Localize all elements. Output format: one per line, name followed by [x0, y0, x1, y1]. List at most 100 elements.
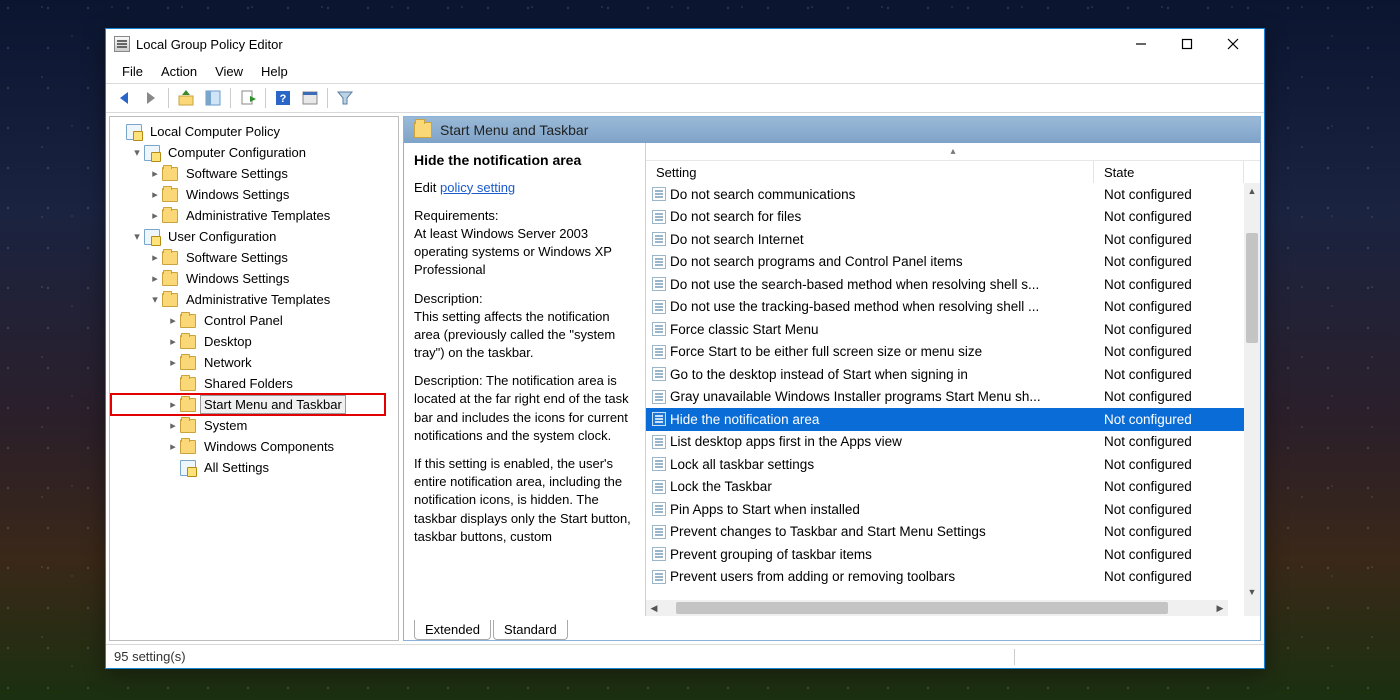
folder-icon — [180, 335, 196, 349]
setting-row[interactable]: Prevent users from adding or removing to… — [646, 566, 1244, 589]
tree-computer-config[interactable]: Computer Configuration — [112, 142, 396, 163]
up-button[interactable] — [174, 86, 198, 110]
properties-button[interactable] — [298, 86, 322, 110]
setting-icon — [652, 367, 666, 381]
setting-row[interactable]: Force Start to be either full screen siz… — [646, 341, 1244, 364]
tree-cc-admin[interactable]: Administrative Templates — [112, 205, 396, 226]
forward-button[interactable] — [139, 86, 163, 110]
col-setting[interactable]: Setting — [646, 161, 1094, 183]
setting-row[interactable]: Do not search for files Not configured — [646, 206, 1244, 229]
scroll-right-icon[interactable]: ▶ — [1212, 600, 1228, 616]
tree-uc-desktop[interactable]: Desktop — [112, 331, 396, 352]
setting-row[interactable]: Do not use the tracking-based method whe… — [646, 296, 1244, 319]
setting-row[interactable]: List desktop apps first in the Apps view… — [646, 431, 1244, 454]
setting-name: Force Start to be either full screen siz… — [670, 344, 982, 359]
menu-help[interactable]: Help — [255, 62, 294, 81]
tree-root[interactable]: Local Computer Policy — [112, 121, 396, 142]
tree-uc-control-panel[interactable]: Control Panel — [112, 310, 396, 331]
setting-icon — [652, 480, 666, 494]
tree-uc-windows-components[interactable]: Windows Components — [112, 436, 396, 457]
folder-icon — [180, 377, 196, 391]
col-state[interactable]: State — [1094, 161, 1244, 183]
tree-cc-windows[interactable]: Windows Settings — [112, 184, 396, 205]
setting-name: Do not search for files — [670, 209, 801, 224]
tree-uc-admin[interactable]: Administrative Templates — [112, 289, 396, 310]
setting-state: Not configured — [1094, 412, 1244, 427]
setting-name: Go to the desktop instead of Start when … — [670, 367, 968, 382]
setting-row[interactable]: Pin Apps to Start when installedNot conf… — [646, 498, 1244, 521]
menu-file[interactable]: File — [116, 62, 149, 81]
all-settings-icon — [180, 460, 196, 476]
setting-name: Gray unavailable Windows Installer progr… — [670, 389, 1041, 404]
maximize-button[interactable] — [1164, 29, 1210, 59]
setting-row[interactable]: Do not use the search-based method when … — [646, 273, 1244, 296]
tree-cc-software[interactable]: Software Settings — [112, 163, 396, 184]
scroll-down-icon[interactable]: ▼ — [1244, 584, 1260, 600]
user-icon — [144, 229, 160, 245]
setting-icon — [652, 187, 666, 201]
hscroll-thumb[interactable] — [676, 602, 1168, 614]
setting-name: Prevent changes to Taskbar and Start Men… — [670, 524, 986, 539]
setting-icon — [652, 570, 666, 584]
setting-name: Force classic Start Menu — [670, 322, 819, 337]
app-icon — [114, 36, 130, 52]
scroll-up-icon[interactable]: ▲ — [1244, 183, 1260, 199]
folder-icon — [162, 167, 178, 181]
export-button[interactable] — [236, 86, 260, 110]
folder-icon — [162, 251, 178, 265]
list-sort-indicator[interactable]: ▴ — [646, 143, 1260, 161]
horizontal-scrollbar[interactable]: ◀ ▶ — [646, 600, 1228, 616]
setting-state: Not configured — [1094, 322, 1244, 337]
setting-row[interactable]: Do not search communicationsNot configur… — [646, 183, 1244, 206]
req-heading: Requirements: — [414, 208, 499, 223]
menu-view[interactable]: View — [209, 62, 249, 81]
folder-icon — [180, 314, 196, 328]
setting-row[interactable]: Force classic Start Menu Not configured — [646, 318, 1244, 341]
desc1-body: This setting affects the notification ar… — [414, 309, 615, 360]
tree-uc-windows[interactable]: Windows Settings — [112, 268, 396, 289]
setting-name: Prevent grouping of taskbar items — [670, 547, 872, 562]
policy-setting-link[interactable]: policy setting — [440, 180, 515, 195]
setting-icon — [652, 547, 666, 561]
show-hide-tree-button[interactable] — [201, 86, 225, 110]
tree-uc-start-menu-taskbar[interactable]: Start Menu and Taskbar — [112, 394, 396, 415]
setting-icon — [652, 525, 666, 539]
tree-uc-all-settings[interactable]: All Settings — [112, 457, 396, 478]
close-button[interactable] — [1210, 29, 1256, 59]
back-button[interactable] — [112, 86, 136, 110]
tree-pane[interactable]: Local Computer Policy Computer Configura… — [109, 116, 399, 641]
setting-state: Not configured — [1094, 209, 1244, 224]
filter-button[interactable] — [333, 86, 357, 110]
setting-row[interactable]: Do not search InternetNot configured — [646, 228, 1244, 251]
app-window: Local Group Policy Editor File Action Vi… — [105, 28, 1265, 669]
folder-icon — [162, 272, 178, 286]
setting-icon — [652, 457, 666, 471]
setting-row[interactable]: Prevent grouping of taskbar itemsNot con… — [646, 543, 1244, 566]
setting-row[interactable]: Do not search programs and Control Panel… — [646, 251, 1244, 274]
help-button[interactable]: ? — [271, 86, 295, 110]
tree-uc-shared-folders[interactable]: Shared Folders — [112, 373, 396, 394]
scroll-thumb[interactable] — [1246, 233, 1258, 343]
menu-action[interactable]: Action — [155, 62, 203, 81]
tab-standard[interactable]: Standard — [493, 620, 568, 640]
tree-user-config[interactable]: User Configuration — [112, 226, 396, 247]
tab-extended[interactable]: Extended — [414, 620, 491, 640]
setting-name: Do not use the tracking-based method whe… — [670, 299, 1039, 314]
minimize-button[interactable] — [1118, 29, 1164, 59]
vertical-scrollbar[interactable]: ▲ ▼ — [1244, 183, 1260, 600]
setting-row[interactable]: Go to the desktop instead of Start when … — [646, 363, 1244, 386]
tree-uc-network[interactable]: Network — [112, 352, 396, 373]
details-pane: Start Menu and Taskbar Hide the notifica… — [403, 116, 1261, 641]
setting-row[interactable]: Gray unavailable Windows Installer progr… — [646, 386, 1244, 409]
scroll-left-icon[interactable]: ◀ — [646, 600, 662, 616]
setting-state: Not configured — [1094, 367, 1244, 382]
setting-row[interactable]: Lock the TaskbarNot configured — [646, 476, 1244, 499]
setting-icon — [652, 322, 666, 336]
setting-state: Not configured — [1094, 524, 1244, 539]
setting-row[interactable]: Lock all taskbar settingsNot configured — [646, 453, 1244, 476]
setting-row[interactable]: Prevent changes to Taskbar and Start Men… — [646, 521, 1244, 544]
tree-uc-system[interactable]: System — [112, 415, 396, 436]
setting-row[interactable]: Hide the notification areaNot configured — [646, 408, 1244, 431]
setting-state: Not configured — [1094, 502, 1244, 517]
tree-uc-software[interactable]: Software Settings — [112, 247, 396, 268]
